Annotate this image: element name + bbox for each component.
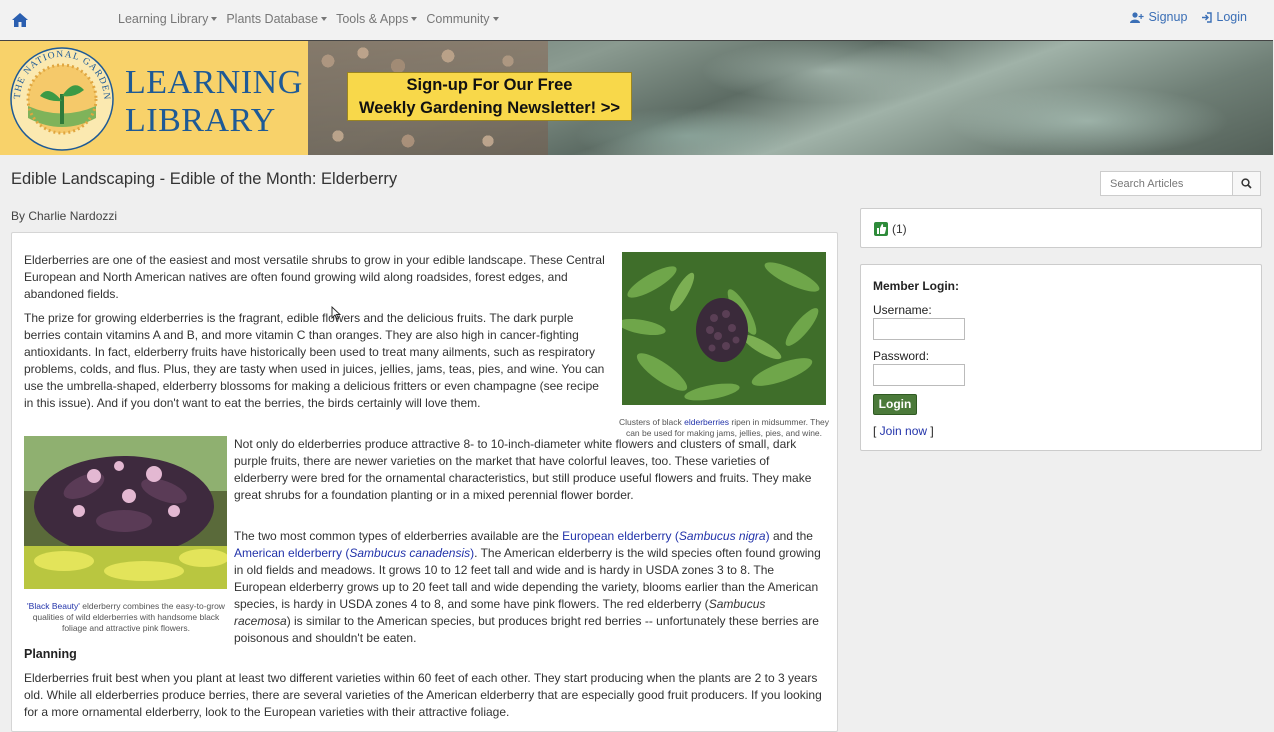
menu-learning-library[interactable]: Learning Library (118, 12, 218, 26)
black-beauty-photo[interactable] (24, 436, 229, 589)
top-navbar: Learning Library Plants Database Tools &… (0, 0, 1274, 40)
caret-down-icon (492, 17, 499, 21)
account-links: Signup Login (1130, 10, 1247, 24)
heading-planning: Planning (24, 647, 77, 661)
mouse-cursor-icon (331, 305, 342, 320)
menu-label: Learning Library (118, 12, 209, 26)
text-span: ) is similar to the American species, bu… (234, 614, 819, 645)
elderberry-clusters-photo[interactable] (618, 252, 826, 405)
link-text: European elderberry ( (562, 529, 679, 543)
password-field[interactable] (873, 364, 965, 386)
member-login-panel: Member Login: Username: Password: Login … (860, 264, 1262, 451)
login-title: Member Login: (873, 279, 959, 293)
signup-label: Signup (1148, 10, 1188, 24)
newsletter-signup-button[interactable]: Sign-up For Our Free Weekly Gardening Ne… (347, 72, 632, 121)
caret-down-icon (321, 17, 328, 21)
newsletter-line-1: Sign-up For Our Free (406, 76, 573, 94)
menu-community[interactable]: Community (426, 12, 499, 26)
link-text: American elderberry ( (234, 546, 350, 560)
figure-caption-2: 'Black Beauty' elderberry combines the e… (22, 601, 230, 634)
european-elderberry-link[interactable]: European elderberry (Sambucus nigra) (562, 529, 769, 543)
like-panel: (1) (860, 208, 1262, 248)
search-input[interactable] (1100, 171, 1233, 196)
american-elderberry-link[interactable]: American elderberry (Sambucus canadensis… (234, 546, 474, 560)
article-byline: By Charlie Nardozzi (11, 209, 118, 223)
link-text-italic: Sambucus canadensis (349, 546, 471, 560)
page-title: Edible Landscaping - Edible of the Month… (11, 170, 398, 188)
paragraph-intro: Elderberries are one of the easiest and … (24, 253, 605, 301)
logo-wordmark: LEARNING LIBRARY (125, 64, 303, 140)
user-plus-icon (1130, 11, 1145, 23)
caret-down-icon (411, 17, 418, 21)
text-span: and the (769, 529, 813, 543)
join-now: [ Join now ] (873, 424, 934, 438)
paragraph-planning: Elderberries fruit best when you plant a… (24, 671, 822, 719)
paragraph-types: The two most common types of elderberrie… (234, 528, 824, 647)
username-label: Username: (873, 303, 932, 317)
bracket: [ (873, 424, 880, 438)
login-label: Login (1216, 10, 1247, 24)
search-button[interactable] (1233, 171, 1261, 196)
link-text-italic: Sambucus nigra (678, 529, 766, 543)
paragraph-varieties: Not only do elderberries produce attract… (234, 437, 812, 502)
main-menu: Learning Library Plants Database Tools &… (118, 12, 499, 26)
text-span: The two most common types of elderberrie… (234, 529, 563, 543)
join-now-link[interactable]: Join now (880, 424, 927, 438)
home-icon[interactable] (11, 11, 29, 29)
caret-down-icon (211, 17, 218, 21)
menu-label: Tools & Apps (336, 12, 409, 26)
thumbs-up-icon[interactable] (874, 222, 888, 236)
black-beauty-link[interactable]: 'Black Beauty' (27, 601, 80, 611)
caption-text: Clusters of black (618, 417, 685, 427)
article-body: Elderberries are one of the easiest and … (11, 232, 838, 732)
elderberries-link[interactable]: elderberries (684, 417, 729, 427)
search-icon (1241, 178, 1252, 189)
signup-link[interactable]: Signup (1130, 10, 1187, 24)
paragraph-prize: The prize for growing elderberries is th… (24, 311, 605, 410)
login-button[interactable]: Login (873, 394, 917, 415)
logo-line-1: LEARNING (125, 64, 303, 101)
newsletter-line-2: Weekly Gardening Newsletter! >> (358, 99, 621, 117)
like-count: (1) (892, 222, 907, 236)
article-search (1100, 171, 1261, 196)
learning-library-logo[interactable]: THE NATIONAL GARDENING ASSOCIATION LEARN… (0, 39, 308, 155)
menu-plants-database[interactable]: Plants Database (226, 12, 328, 26)
menu-label: Plants Database (226, 12, 319, 26)
menu-label: Community (426, 12, 490, 26)
password-label: Password: (873, 349, 930, 363)
header-banner: THE NATIONAL GARDENING ASSOCIATION LEARN… (0, 39, 1273, 155)
menu-tools-apps[interactable]: Tools & Apps (336, 12, 418, 26)
username-field[interactable] (873, 318, 965, 340)
logo-line-2: LIBRARY (125, 102, 276, 139)
login-link[interactable]: Login (1201, 10, 1247, 24)
sign-in-icon (1202, 11, 1213, 23)
bracket: ] (927, 424, 934, 438)
nga-seal-logo: THE NATIONAL GARDENING ASSOCIATION (4, 39, 116, 152)
